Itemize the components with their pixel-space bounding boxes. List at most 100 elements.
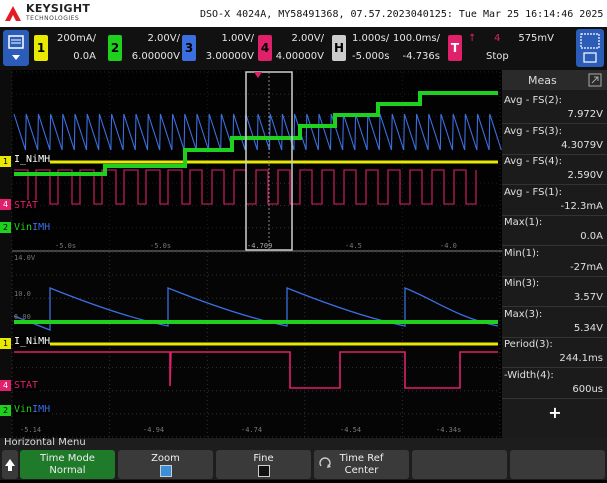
- meas-label: Min(1):: [504, 247, 540, 259]
- meas-value: -12.3mA: [560, 200, 603, 212]
- title-bar: KEYSIGHT TECHNOLOGIES DSO-X 4024A, MY584…: [0, 0, 607, 27]
- channel-4-box[interactable]: 4 2.00V/ 4.00000V: [256, 29, 326, 67]
- channel-2-offset: 6.00000V: [131, 51, 180, 62]
- meas-separator: [502, 245, 607, 246]
- zoom-delay: -4.736s: [402, 51, 440, 62]
- fine-softkey[interactable]: Fine: [216, 450, 311, 479]
- tick-top-3: -4.5: [345, 242, 362, 250]
- tick-top-1: -5.0s: [150, 242, 172, 250]
- trigger-level: 575mV: [518, 33, 554, 44]
- meas-title: Meas: [528, 74, 557, 87]
- tick-top-0: -5.0s: [55, 242, 77, 250]
- ch2-ground-marker-zoom[interactable]: 2: [0, 405, 11, 416]
- time-mode-value: Normal: [49, 465, 86, 476]
- fine-label: Fine: [253, 453, 274, 464]
- channel-1-number: 1: [34, 35, 48, 61]
- fine-checkbox[interactable]: [257, 465, 270, 477]
- channel-2-number: 2: [108, 35, 122, 61]
- label-vin-top: VinIMH: [14, 222, 51, 233]
- menu-title: Horizontal Menu: [4, 437, 86, 448]
- channel-bar: 1 200mA/ 0.0A 2 2.00V/ 6.00000V 3 1.00V/…: [0, 27, 607, 70]
- empty-softkey-1[interactable]: [412, 450, 507, 479]
- channel-1-scale: 200mA/: [56, 33, 96, 44]
- meas-separator: [502, 367, 607, 368]
- zoom-grid-label-0: 14.0V: [14, 254, 36, 262]
- meas-separator: [502, 306, 607, 307]
- meas-value: 0.0A: [580, 231, 603, 242]
- trigger-label: T: [448, 35, 462, 61]
- meas-separator: [502, 397, 607, 399]
- menu-icon: [8, 35, 24, 60]
- menu-back-button[interactable]: [2, 450, 18, 479]
- horizontal-box[interactable]: H 1.000s/ -5.000s 100.0ms/ -4.736s: [330, 29, 442, 67]
- acquisition-state: Stop: [486, 51, 509, 62]
- tick-bot-0: -5.14: [20, 426, 42, 434]
- empty-softkey-2[interactable]: [510, 450, 605, 479]
- channel-4-number: 4: [258, 35, 272, 61]
- meas-expand-icon[interactable]: [588, 73, 602, 87]
- meas-label: Max(1):: [504, 217, 543, 228]
- zoom-softkey[interactable]: Zoom: [118, 450, 213, 479]
- meas-value: 3.57V: [573, 292, 603, 303]
- label-stat-top: STAT: [14, 200, 39, 211]
- meas-label: Avg - FS(4):: [504, 156, 562, 167]
- plus-icon: +: [548, 403, 562, 422]
- waveform-display[interactable]: [0, 70, 502, 438]
- meas-value: 244.1ms: [559, 353, 603, 364]
- ch3-trace-top: [13, 113, 502, 151]
- meas-value: 4.3079V: [561, 139, 603, 151]
- channel-2-scale: 2.00V/: [147, 33, 180, 44]
- tick-bot-1: -4.94: [143, 426, 165, 434]
- meas-separator: [502, 336, 607, 338]
- tick-bot-4: -4.34s: [436, 426, 462, 434]
- ch1-ground-marker-zoom[interactable]: 1: [0, 338, 11, 349]
- meas-label: Avg - FS(3):: [504, 125, 562, 137]
- horizontal-delay: -5.000s: [352, 51, 390, 62]
- tick-bot-3: -4.54: [340, 426, 362, 434]
- meas-value: 7.972V: [567, 109, 603, 120]
- meas-separator: [502, 123, 607, 124]
- meas-value: -27mA: [570, 261, 603, 273]
- time-mode-softkey[interactable]: Time Mode Normal: [20, 450, 115, 479]
- up-arrow-icon: [5, 459, 15, 471]
- meas-separator: [502, 214, 607, 216]
- horizontal-scale: 1.000s/: [352, 33, 390, 44]
- channel-4-offset: 4.00000V: [275, 51, 324, 62]
- meas-label: Period(3):: [504, 339, 553, 350]
- zoom-grid-label-2: 6.00: [14, 313, 31, 321]
- meas-label: Avg - FS(2):: [504, 95, 562, 106]
- zoom-toggle-button[interactable]: [576, 29, 604, 67]
- keysight-logo-icon: [5, 6, 21, 21]
- instrument-title: DSO-X 4024A, MY58491368, 07.57.202304012…: [200, 9, 604, 20]
- zoom-label: Zoom: [151, 453, 180, 464]
- tick-top-2: -4.709: [247, 242, 273, 250]
- channel-2-box[interactable]: 2 2.00V/ 6.00000V: [106, 29, 182, 67]
- meas-label: Max(3):: [504, 308, 543, 320]
- add-measurement-button[interactable]: +: [540, 403, 570, 423]
- label-inimh-top: I_NiMH: [14, 154, 51, 165]
- meas-separator: [502, 153, 607, 155]
- ch4-ground-marker-zoom[interactable]: 4: [0, 380, 11, 391]
- meas-value: 5.34V: [573, 322, 603, 334]
- time-ref-softkey[interactable]: Time Ref Center: [314, 450, 409, 479]
- trigger-box[interactable]: T ↑ 4 575mV Stop: [446, 29, 556, 67]
- zoom-grid-label-1: 10.0: [14, 290, 31, 298]
- label-stat-bot: STAT: [14, 380, 39, 391]
- label-inimh-bot: I_NiMH: [14, 336, 51, 347]
- ch1-ground-marker[interactable]: 1: [0, 156, 11, 167]
- channel-1-box[interactable]: 1 200mA/ 0.0A: [32, 29, 98, 67]
- channel-3-offset: 3.00000V: [205, 51, 254, 62]
- horizontal-label: H: [332, 35, 346, 61]
- channel-3-scale: 1.00V/: [221, 33, 254, 44]
- rotary-knob-icon: [319, 457, 331, 468]
- zoom-scale: 100.0ms/: [393, 33, 440, 44]
- zoom-checkbox[interactable]: [159, 465, 172, 477]
- meas-header: Meas: [502, 70, 607, 90]
- channel-3-box[interactable]: 3 1.00V/ 3.00000V: [180, 29, 256, 67]
- trigger-slope-icon: ↑: [468, 33, 477, 44]
- meas-label: Min(3):: [504, 278, 540, 289]
- ch4-ground-marker[interactable]: 4: [0, 199, 11, 210]
- zoom-icon: [580, 33, 600, 63]
- main-menu-button[interactable]: [3, 30, 29, 66]
- ch2-ground-marker[interactable]: 2: [0, 222, 11, 233]
